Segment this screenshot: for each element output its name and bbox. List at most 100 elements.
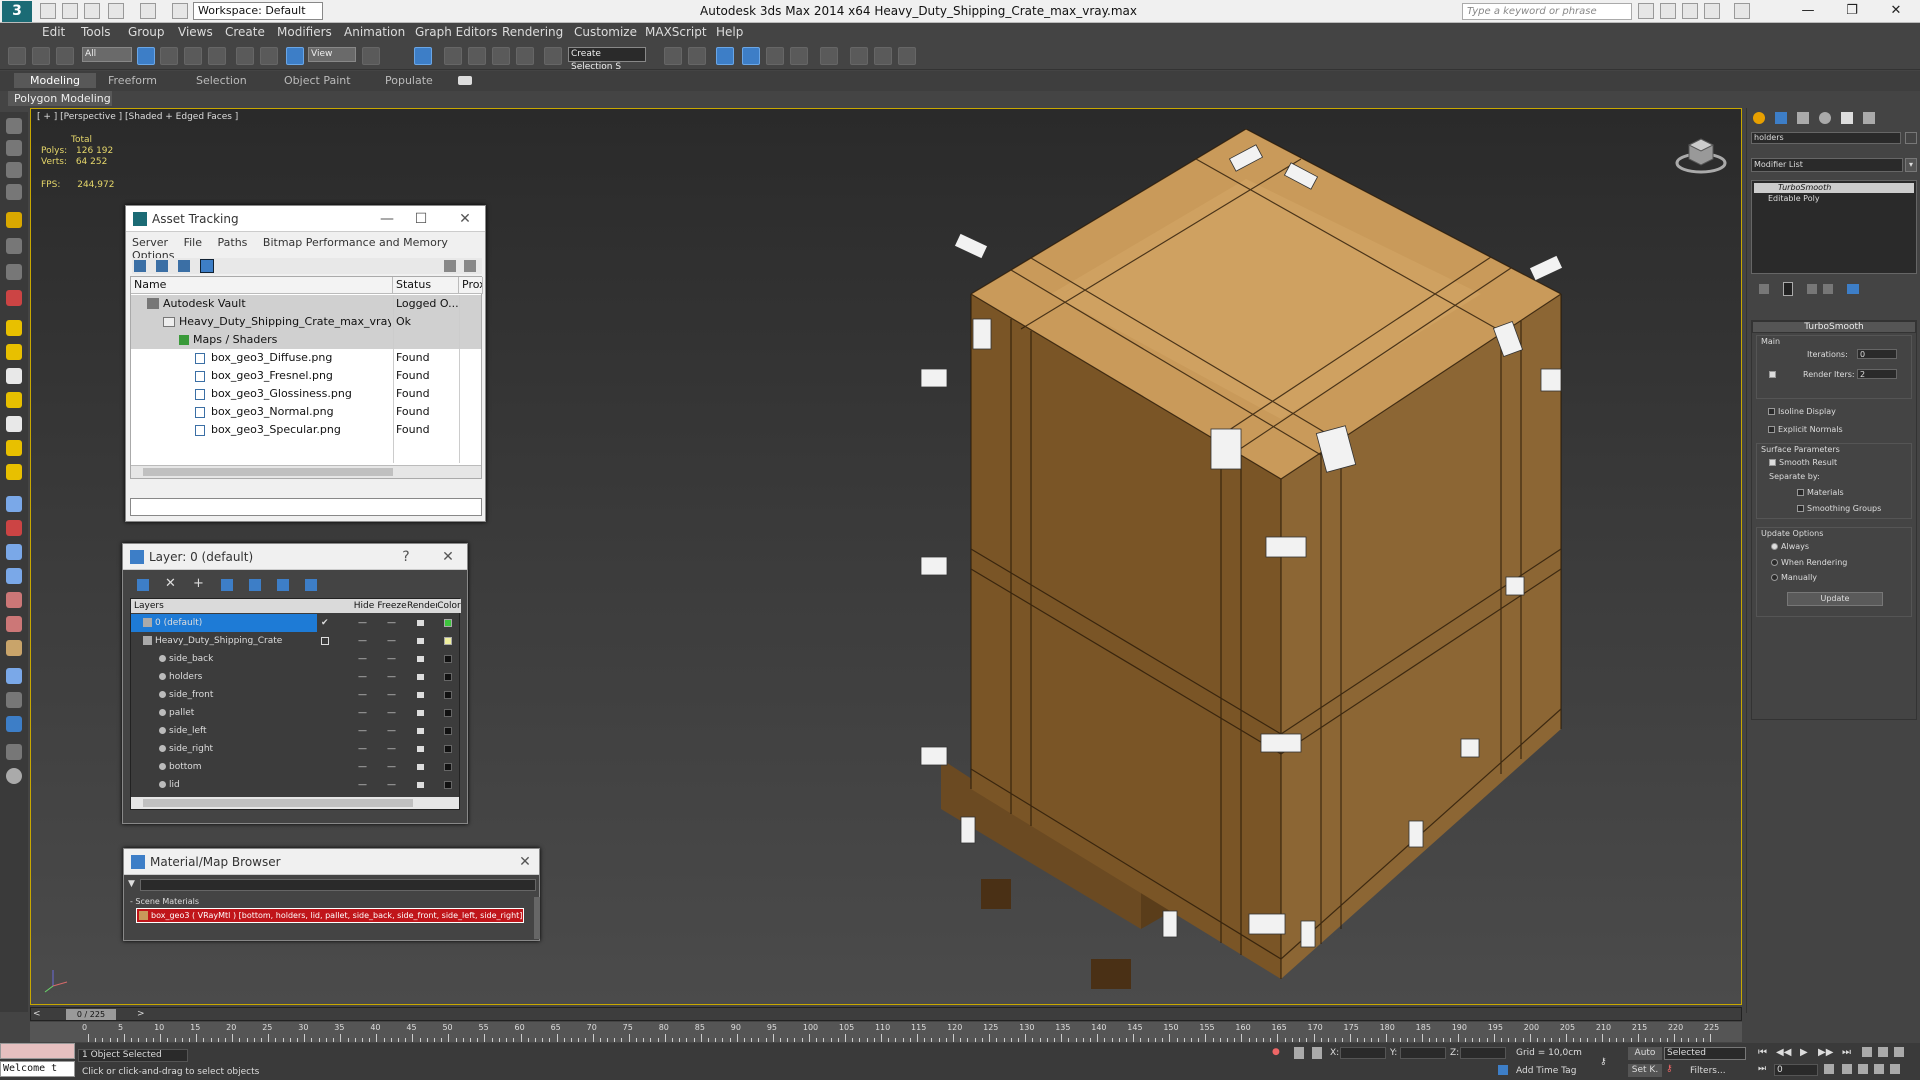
close-icon[interactable]: ✕ xyxy=(514,852,536,872)
help-icon[interactable]: ? xyxy=(395,547,417,567)
tab-selection[interactable]: Selection xyxy=(196,74,247,87)
render-icon[interactable] xyxy=(6,716,22,732)
horizontal-scrollbar[interactable] xyxy=(131,797,459,809)
layer-color-swatch[interactable] xyxy=(444,655,452,663)
modify-icon[interactable] xyxy=(6,140,22,156)
stack-item-editable-poly[interactable]: Editable Poly xyxy=(1754,194,1914,204)
hide-toggle[interactable]: — xyxy=(358,668,367,686)
maximize-icon[interactable]: ☐ xyxy=(410,209,432,229)
globe-icon[interactable] xyxy=(6,568,22,584)
menu-animation[interactable]: Animation xyxy=(344,25,405,39)
camera-icon[interactable] xyxy=(6,238,22,254)
object-name-field[interactable]: holders xyxy=(1751,132,1901,144)
smoothing-groups-checkbox[interactable]: Smoothing Groups xyxy=(1797,504,1881,513)
materials-checkbox[interactable]: Materials xyxy=(1797,488,1844,497)
project-folder-icon[interactable] xyxy=(172,3,188,19)
freeze-toggle[interactable]: — xyxy=(387,668,396,686)
shipping-crate-model[interactable] xyxy=(911,129,1591,1005)
current-frame-field[interactable]: 0 xyxy=(1774,1064,1818,1076)
current-layer-check-icon[interactable]: ✔ xyxy=(321,614,329,632)
highlight-layer-icon[interactable] xyxy=(249,579,261,591)
light-icon[interactable] xyxy=(6,212,22,228)
render-iters-checkbox[interactable] xyxy=(1769,370,1779,379)
previous-key-icon[interactable]: ◀◀ xyxy=(1776,1047,1791,1058)
select-and-link-icon[interactable] xyxy=(8,47,26,65)
material-list-item[interactable]: box_geo3 ( VRayMtl ) [bottom, holders, l… xyxy=(136,908,524,923)
time-slider[interactable]: < 0 / 225 > xyxy=(30,1007,1742,1021)
close-icon[interactable]: ✕ xyxy=(454,209,476,229)
layer-color-swatch[interactable] xyxy=(444,763,452,771)
menu-group[interactable]: Group xyxy=(128,25,165,39)
spinner-snap-icon[interactable] xyxy=(516,47,534,65)
display-tab-icon[interactable] xyxy=(1841,112,1853,124)
minimize-icon[interactable]: — xyxy=(376,209,398,229)
help-icon[interactable] xyxy=(1734,3,1750,19)
material-search-input[interactable] xyxy=(140,879,536,891)
render-teapot-icon[interactable] xyxy=(417,746,424,752)
freeze-toggle[interactable]: — xyxy=(387,614,396,632)
spacewarp-icon[interactable] xyxy=(6,290,22,306)
play-icon[interactable]: ▶ xyxy=(1800,1047,1808,1058)
asset-path-field[interactable] xyxy=(130,498,482,516)
y-coordinate-field[interactable] xyxy=(1400,1047,1446,1059)
freeze-toggle[interactable]: — xyxy=(387,776,396,794)
layer-row[interactable]: side_back — — xyxy=(131,650,459,668)
set-current-box[interactable] xyxy=(321,637,329,645)
layer-color-swatch[interactable] xyxy=(444,691,452,699)
scene-icon[interactable] xyxy=(6,744,22,760)
material-editor-icon[interactable] xyxy=(820,47,838,65)
sphere-icon[interactable] xyxy=(6,344,22,360)
render-teapot-icon[interactable] xyxy=(417,710,424,716)
asset-menu-paths[interactable]: Paths xyxy=(218,236,248,249)
maximize-viewport-icon[interactable] xyxy=(1890,1064,1900,1074)
named-selection-set-dropdown[interactable]: Create Selection S xyxy=(568,47,646,72)
scrollbar-thumb[interactable] xyxy=(143,468,393,476)
hide-all-icon[interactable] xyxy=(277,579,289,591)
percent-snap-icon[interactable] xyxy=(492,47,510,65)
viewcube-icon[interactable] xyxy=(1671,129,1731,179)
table-view-icon[interactable] xyxy=(200,259,214,273)
polygon-modeling-panel[interactable]: Polygon Modeling xyxy=(8,91,112,106)
orbit-icon[interactable] xyxy=(1874,1064,1884,1074)
save-file-icon[interactable] xyxy=(84,3,100,19)
chevron-down-icon[interactable]: ▾ xyxy=(1905,158,1917,172)
maxscript-output[interactable] xyxy=(0,1043,75,1059)
table-row[interactable]: Maps / Shaders xyxy=(131,331,481,349)
hide-toggle[interactable]: — xyxy=(358,650,367,668)
menu-modifiers[interactable]: Modifiers xyxy=(277,25,332,39)
menu-customize[interactable]: Customize xyxy=(574,25,637,39)
column-color[interactable]: Color xyxy=(437,599,461,613)
time-config-icon[interactable] xyxy=(1824,1064,1834,1074)
layer-color-swatch[interactable] xyxy=(444,619,452,627)
menu-graph-editors[interactable]: Graph Editors xyxy=(415,25,497,39)
sun-icon[interactable] xyxy=(6,440,22,456)
character-icon[interactable] xyxy=(6,616,22,632)
hide-toggle[interactable]: — xyxy=(358,776,367,794)
freeze-all-icon[interactable] xyxy=(305,579,317,591)
layer-manager-icon[interactable] xyxy=(742,47,760,65)
asset-tracking-window[interactable]: Asset Tracking — ☐ ✕ Server File Paths B… xyxy=(125,205,486,522)
remove-modifier-icon[interactable] xyxy=(1823,284,1833,294)
table-row[interactable]: box_geo3_Diffuse.png Found xyxy=(131,349,481,367)
layer-manager-window[interactable]: Layer: 0 (default) ? ✕ ✕ + Layers Hide F… xyxy=(122,543,468,824)
modify-tab-icon[interactable] xyxy=(1775,112,1787,124)
layer-row[interactable]: side_front — — xyxy=(131,686,459,704)
layer-color-swatch[interactable] xyxy=(444,727,452,735)
select-manipulate-icon[interactable] xyxy=(414,47,432,65)
workspace-dropdown[interactable]: Workspace: Default xyxy=(193,2,323,20)
close-icon[interactable]: ✕ xyxy=(1874,0,1918,22)
tree-view-icon[interactable] xyxy=(178,260,190,272)
menu-rendering[interactable]: Rendering xyxy=(502,25,563,39)
stack-item-turbosmooth[interactable]: TurboSmooth xyxy=(1754,183,1914,193)
zoom-extents-icon[interactable] xyxy=(1894,1047,1904,1057)
isolate-selection-icon[interactable]: ● xyxy=(1272,1047,1282,1059)
create-tab-icon[interactable] xyxy=(1753,112,1765,124)
asset-tracking-titlebar[interactable]: Asset Tracking — ☐ ✕ xyxy=(126,206,485,232)
render-teapot-icon[interactable] xyxy=(417,764,424,770)
go-to-start-icon[interactable]: ⏮ xyxy=(1758,1047,1767,1058)
time-slider-thumb[interactable]: 0 / 225 xyxy=(66,1009,116,1020)
column-status[interactable]: Status xyxy=(393,277,459,294)
hierarchy-tab-icon[interactable] xyxy=(1797,112,1809,124)
render-production-icon[interactable] xyxy=(898,47,916,65)
table-row[interactable]: box_geo3_Normal.png Found xyxy=(131,403,481,421)
